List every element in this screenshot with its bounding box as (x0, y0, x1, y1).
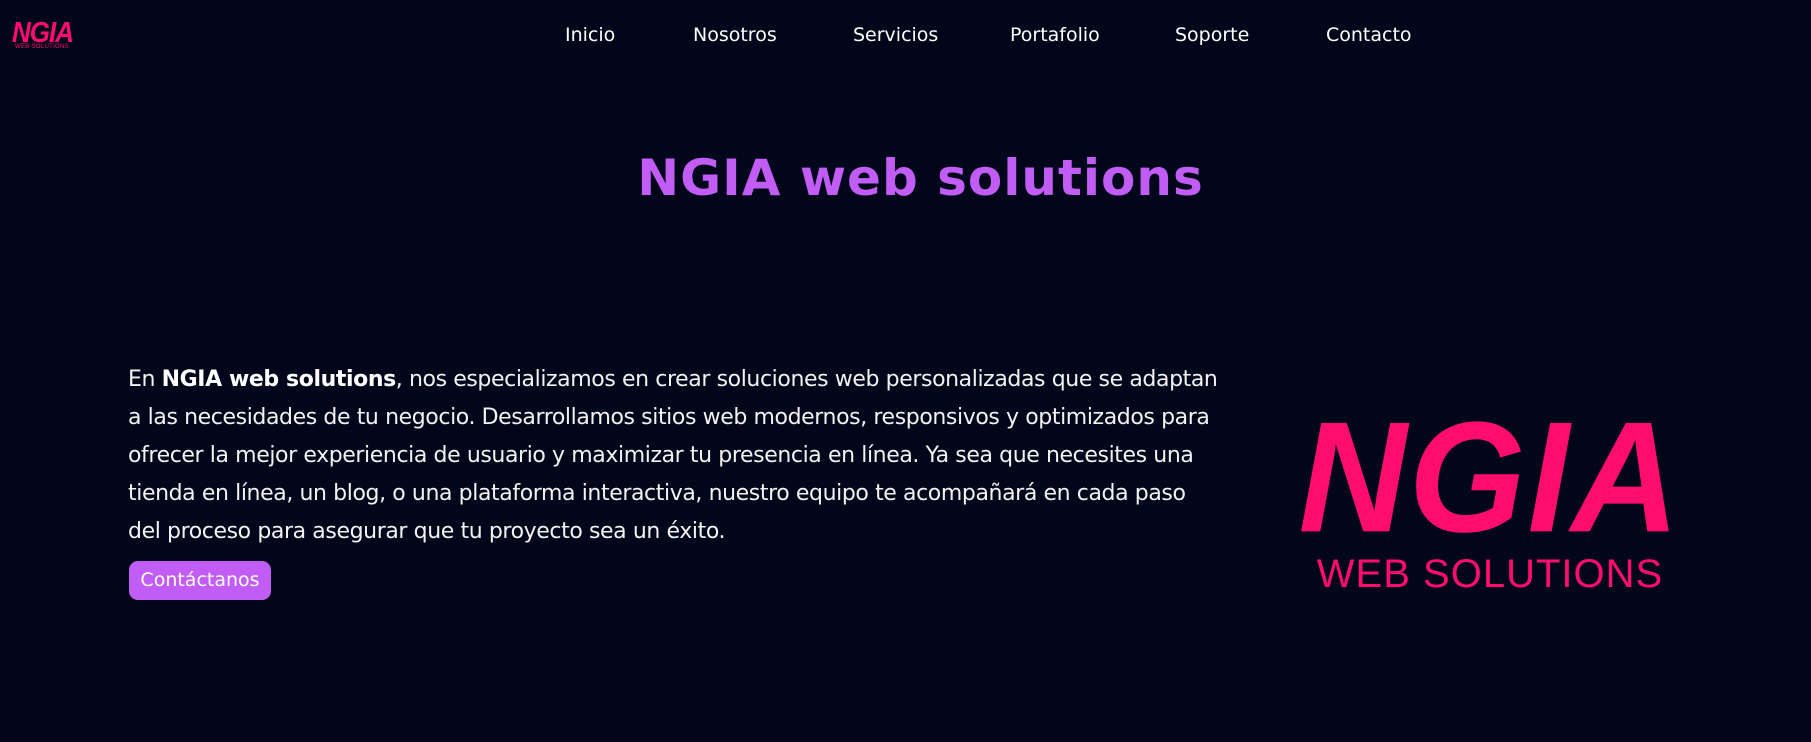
hero-title-wrap: NGIA web solutions (0, 148, 1811, 208)
hero-title: NGIA web solutions (637, 149, 1204, 207)
site-header: NGIA WEB SOLUTIONS Inicio Nosotros Servi… (0, 0, 1811, 72)
contact-cta-button[interactable]: Contáctanos (129, 561, 271, 600)
intro-paragraph: En NGIA web solutions, nos especializamo… (128, 361, 1218, 551)
intro-lead: En (128, 367, 162, 392)
hero-logo: NGIA WEB SOLUTIONS (1290, 398, 1690, 603)
nav-item-contacto[interactable]: Contacto (1326, 22, 1412, 48)
nav-item-servicios[interactable]: Servicios (853, 22, 938, 48)
nav-item-soporte[interactable]: Soporte (1175, 22, 1249, 48)
main-nav: Inicio Nosotros Servicios Portafolio Sop… (0, 22, 1811, 50)
hero-logo-mark: NGIA (1298, 388, 1682, 565)
nav-item-nosotros[interactable]: Nosotros (693, 22, 777, 48)
intro-body: , nos especializamos en crear soluciones… (128, 367, 1218, 544)
nav-item-portafolio[interactable]: Portafolio (1010, 22, 1100, 48)
nav-item-inicio[interactable]: Inicio (565, 22, 615, 48)
intro-brand-name: NGIA web solutions (161, 367, 397, 392)
